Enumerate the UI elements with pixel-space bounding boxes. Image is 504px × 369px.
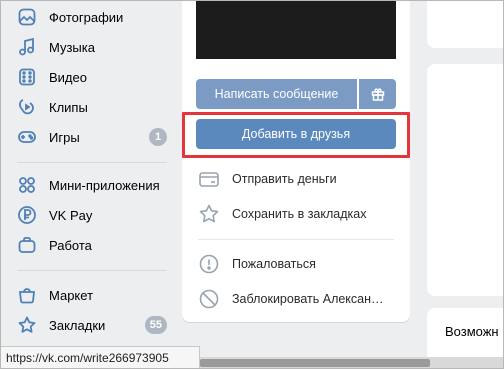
action-label: Пожаловаться <box>232 257 316 271</box>
bookmarks-count-badge: 55 <box>144 316 167 334</box>
sidebar-item-label: Клипы <box>49 99 88 115</box>
photos-icon <box>17 7 37 27</box>
market-icon <box>17 285 37 305</box>
write-message-button[interactable]: Написать сообщение <box>196 79 357 109</box>
sidebar-item-work[interactable]: Работа <box>8 232 171 258</box>
action-label: Сохранить в закладках <box>232 207 367 221</box>
sidebar-item-market[interactable]: Маркет <box>8 282 171 308</box>
profile-photo[interactable] <box>196 0 396 59</box>
games-count-badge: 1 <box>149 128 167 146</box>
send-gift-button[interactable] <box>359 79 396 109</box>
sidebar-item-mini-apps[interactable]: Мини-приложения <box>8 172 171 198</box>
action-label: Отправить деньги <box>232 172 337 186</box>
sidebar-item-vk-pay[interactable]: VK Pay <box>8 202 171 228</box>
gift-icon <box>371 87 385 101</box>
sidebar-item-music[interactable]: Музыка <box>8 34 171 60</box>
left-sidebar: Фотографии Музыка Видео Клипы Игры 1 Мин… <box>0 0 176 369</box>
report-action[interactable]: Пожаловаться <box>198 252 398 276</box>
sidebar-item-label: Музыка <box>49 39 95 55</box>
possible-friends-heading: Возможн <box>445 324 499 339</box>
sidebar-item-label: Фотографии <box>49 9 124 25</box>
block-user-action[interactable]: Заблокировать Алексан… <box>198 287 398 311</box>
action-label: Заблокировать Алексан… <box>232 292 384 306</box>
scrollbar-thumb[interactable] <box>200 359 430 367</box>
vk-pay-icon <box>17 205 37 225</box>
sidebar-item-clips[interactable]: Клипы <box>8 94 171 120</box>
sidebar-item-label: Закладки <box>49 317 106 333</box>
block-icon <box>198 288 220 310</box>
sidebar-item-label: Маркет <box>49 287 94 303</box>
sidebar-item-bookmarks[interactable]: Закладки 55 <box>8 312 171 338</box>
save-bookmark-action[interactable]: Сохранить в закладках <box>198 202 398 226</box>
sidebar-divider <box>17 162 167 163</box>
sidebar-item-video[interactable]: Видео <box>8 64 171 90</box>
music-icon <box>17 37 37 57</box>
profile-actions-card: Написать сообщение Добавить в друзья Отп… <box>182 0 410 322</box>
work-icon <box>17 235 37 255</box>
sidebar-item-label: Работа <box>49 237 92 253</box>
bookmarks-icon <box>17 315 37 335</box>
status-bar-url: https://vk.com/write266973905 <box>0 346 200 369</box>
sidebar-item-label: VK Pay <box>49 207 93 223</box>
card-divider <box>198 239 394 240</box>
mini-apps-icon <box>17 175 37 195</box>
right-panel-top <box>427 0 504 48</box>
money-transfer-icon <box>198 168 220 190</box>
sidebar-item-photos[interactable]: Фотографии <box>8 4 171 30</box>
sidebar-divider <box>17 270 167 271</box>
sidebar-item-label: Мини-приложения <box>49 177 160 193</box>
send-money-action[interactable]: Отправить деньги <box>198 167 398 191</box>
games-icon <box>17 127 37 147</box>
sidebar-item-games[interactable]: Игры 1 <box>8 124 171 150</box>
sidebar-item-label: Игры <box>49 129 80 145</box>
video-icon <box>17 67 37 87</box>
add-friend-button[interactable]: Добавить в друзья <box>196 119 396 149</box>
sidebar-item-label: Видео <box>49 69 87 85</box>
star-icon <box>198 203 220 225</box>
right-panel-middle <box>427 64 504 296</box>
report-icon <box>198 253 220 275</box>
clips-icon <box>17 97 37 117</box>
